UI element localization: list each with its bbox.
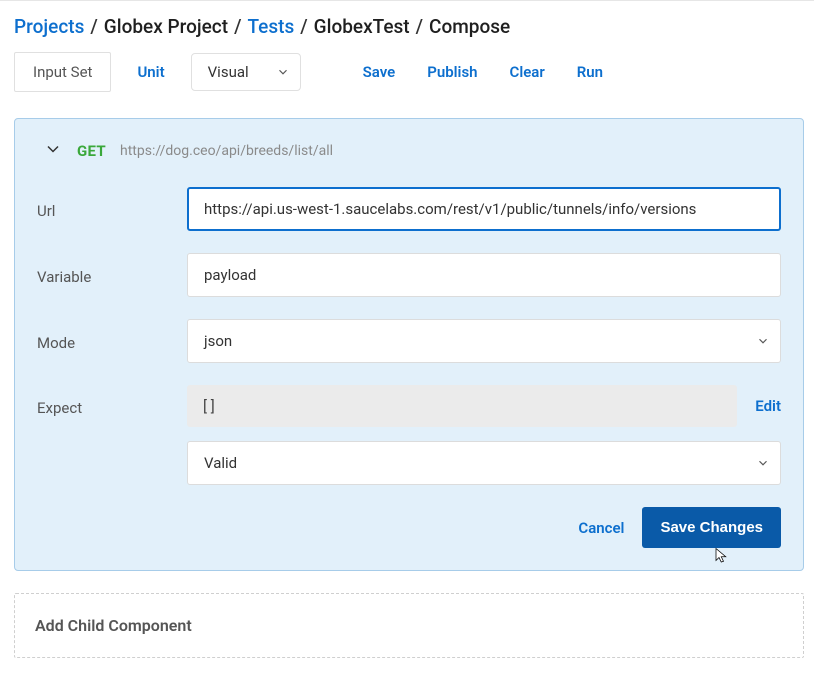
tab-unit[interactable]: Unit (123, 53, 178, 91)
expect-label: Expect (37, 395, 187, 417)
mode-select-value: json (204, 332, 232, 350)
visual-select-label: Visual (208, 63, 249, 81)
chevron-down-icon (756, 334, 770, 348)
breadcrumb-sep: / (234, 15, 241, 38)
add-child-component[interactable]: Add Child Component (14, 593, 804, 658)
valid-select-value: Valid (204, 454, 237, 472)
breadcrumb-globextest[interactable]: GlobexTest (314, 15, 410, 38)
save-changes-button[interactable]: Save Changes (642, 507, 781, 548)
expect-value: [ ] (187, 385, 737, 427)
breadcrumb-globex-project[interactable]: Globex Project (104, 15, 228, 38)
publish-button[interactable]: Publish (417, 55, 487, 89)
clear-button[interactable]: Clear (500, 55, 555, 89)
breadcrumb-tests[interactable]: Tests (247, 15, 294, 38)
panel-header[interactable]: GET https://dog.ceo/api/breeds/list/all (37, 139, 781, 163)
breadcrumb-projects[interactable]: Projects (14, 15, 84, 38)
spacer-label (37, 461, 187, 465)
chevron-down-icon (43, 139, 63, 163)
url-label: Url (37, 198, 187, 220)
cursor-icon (713, 547, 731, 565)
mode-select[interactable]: json (187, 319, 781, 363)
input-set-button[interactable]: Input Set (14, 52, 111, 92)
visual-select[interactable]: Visual (191, 53, 301, 91)
save-button[interactable]: Save (353, 55, 406, 89)
cancel-button[interactable]: Cancel (578, 519, 624, 537)
url-input[interactable] (187, 187, 781, 231)
toolbar: Input Set Unit Visual Save Publish Clear… (14, 52, 804, 92)
mode-label: Mode (37, 330, 187, 352)
header-url: https://dog.ceo/api/breeds/list/all (120, 143, 333, 159)
chevron-down-icon (756, 456, 770, 470)
breadcrumb-sep: / (90, 15, 97, 38)
breadcrumb: Projects / Globex Project / Tests / Glob… (14, 15, 804, 52)
breadcrumb-compose: Compose (429, 15, 510, 38)
breadcrumb-sep: / (416, 15, 423, 38)
edit-button[interactable]: Edit (755, 397, 781, 415)
breadcrumb-sep: / (300, 15, 307, 38)
variable-input[interactable] (187, 253, 781, 297)
run-button[interactable]: Run (567, 55, 613, 89)
request-panel: GET https://dog.ceo/api/breeds/list/all … (14, 118, 804, 571)
variable-label: Variable (37, 264, 187, 286)
valid-select[interactable]: Valid (187, 441, 781, 485)
chevron-down-icon (276, 65, 290, 79)
http-method-badge: GET (77, 142, 106, 160)
panel-footer: Cancel Save Changes (37, 507, 781, 548)
